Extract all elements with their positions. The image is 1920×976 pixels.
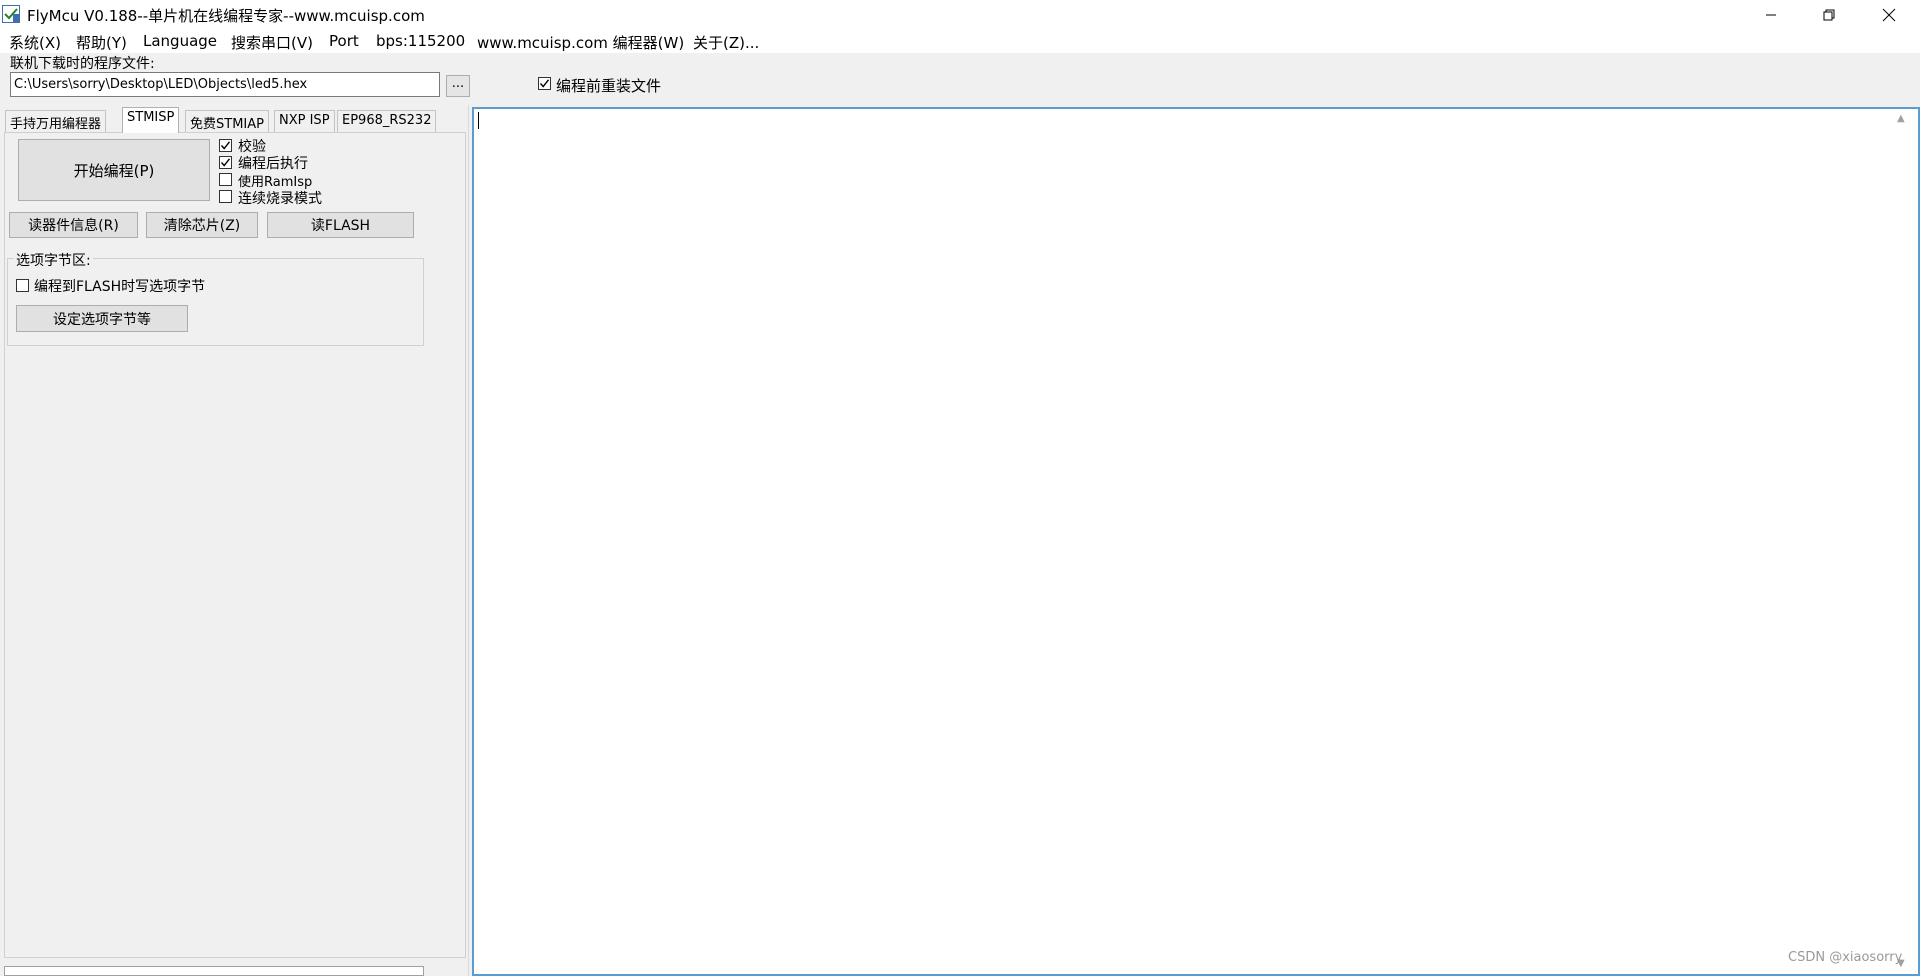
- close-icon: [1882, 8, 1896, 21]
- window-title: FlyMcu V0.188--单片机在线编程专家--www.mcuisp.com: [27, 7, 425, 25]
- ram-isp-checkbox[interactable]: [219, 173, 232, 186]
- menu-language[interactable]: Language: [143, 32, 217, 50]
- read-flash-button[interactable]: 读FLASH: [267, 212, 414, 238]
- browse-button[interactable]: ...: [446, 75, 470, 97]
- option-bytes-group: [7, 258, 424, 346]
- continuous-mode-checkbox[interactable]: [219, 190, 232, 203]
- write-option-bytes-checkbox[interactable]: [16, 279, 29, 292]
- log-output-area[interactable]: [472, 107, 1920, 976]
- restore-button[interactable]: [1800, 0, 1858, 29]
- menu-bar: 系统(X) 帮助(Y) Language 搜索串口(V) Port bps:11…: [0, 29, 1920, 53]
- menu-about[interactable]: 关于(Z)...: [693, 32, 759, 53]
- menu-bps[interactable]: bps:115200: [376, 32, 465, 50]
- erase-chip-button[interactable]: 清除芯片(Z): [146, 212, 258, 238]
- continuous-mode-label: 连续烧录模式: [238, 191, 322, 207]
- read-device-info-button[interactable]: 读器件信息(R): [9, 212, 138, 238]
- flymcu-icon: [2, 5, 22, 23]
- reload-file-checkbox[interactable]: [538, 77, 551, 90]
- run-after-checkbox[interactable]: [219, 156, 232, 169]
- restore-icon: [1823, 9, 1835, 20]
- file-label: 联机下载时的程序文件:: [10, 56, 155, 72]
- tab-handheld[interactable]: 手持万用编程器: [5, 110, 107, 132]
- write-option-bytes-label: 编程到FLASH时写选项字节: [34, 279, 206, 295]
- bottom-status-field: [4, 966, 424, 976]
- tab-stmisp[interactable]: STMISP: [122, 107, 180, 133]
- watermark: CSDN @xiaosorry: [1788, 950, 1903, 965]
- start-programming-button[interactable]: 开始编程(P): [18, 139, 210, 201]
- menu-port[interactable]: Port: [329, 32, 359, 50]
- reload-file-label: 编程前重装文件: [556, 77, 662, 95]
- menu-programmer[interactable]: www.mcuisp.com 编程器(W): [477, 32, 684, 53]
- option-bytes-title: 选项字节区:: [14, 250, 93, 270]
- text-caret: [478, 112, 479, 129]
- run-after-label: 编程后执行: [238, 156, 308, 172]
- minimize-icon: [1766, 14, 1776, 15]
- menu-help[interactable]: 帮助(Y): [76, 32, 127, 53]
- minimize-button[interactable]: [1742, 0, 1800, 29]
- tab-ep968[interactable]: EP968_RS232: [337, 110, 437, 132]
- verify-checkbox[interactable]: [219, 139, 232, 152]
- close-button[interactable]: [1860, 0, 1918, 29]
- tab-free-stmiap[interactable]: 免费STMIAP: [185, 110, 269, 132]
- scroll-up-icon[interactable]: ▲: [1897, 113, 1905, 124]
- tab-nxp-isp[interactable]: NXP ISP: [274, 110, 335, 132]
- set-option-bytes-button[interactable]: 设定选项字节等: [16, 305, 188, 332]
- menu-search-port[interactable]: 搜索串口(V): [231, 32, 313, 53]
- menu-system[interactable]: 系统(X): [9, 32, 61, 53]
- file-path-input[interactable]: [10, 72, 440, 97]
